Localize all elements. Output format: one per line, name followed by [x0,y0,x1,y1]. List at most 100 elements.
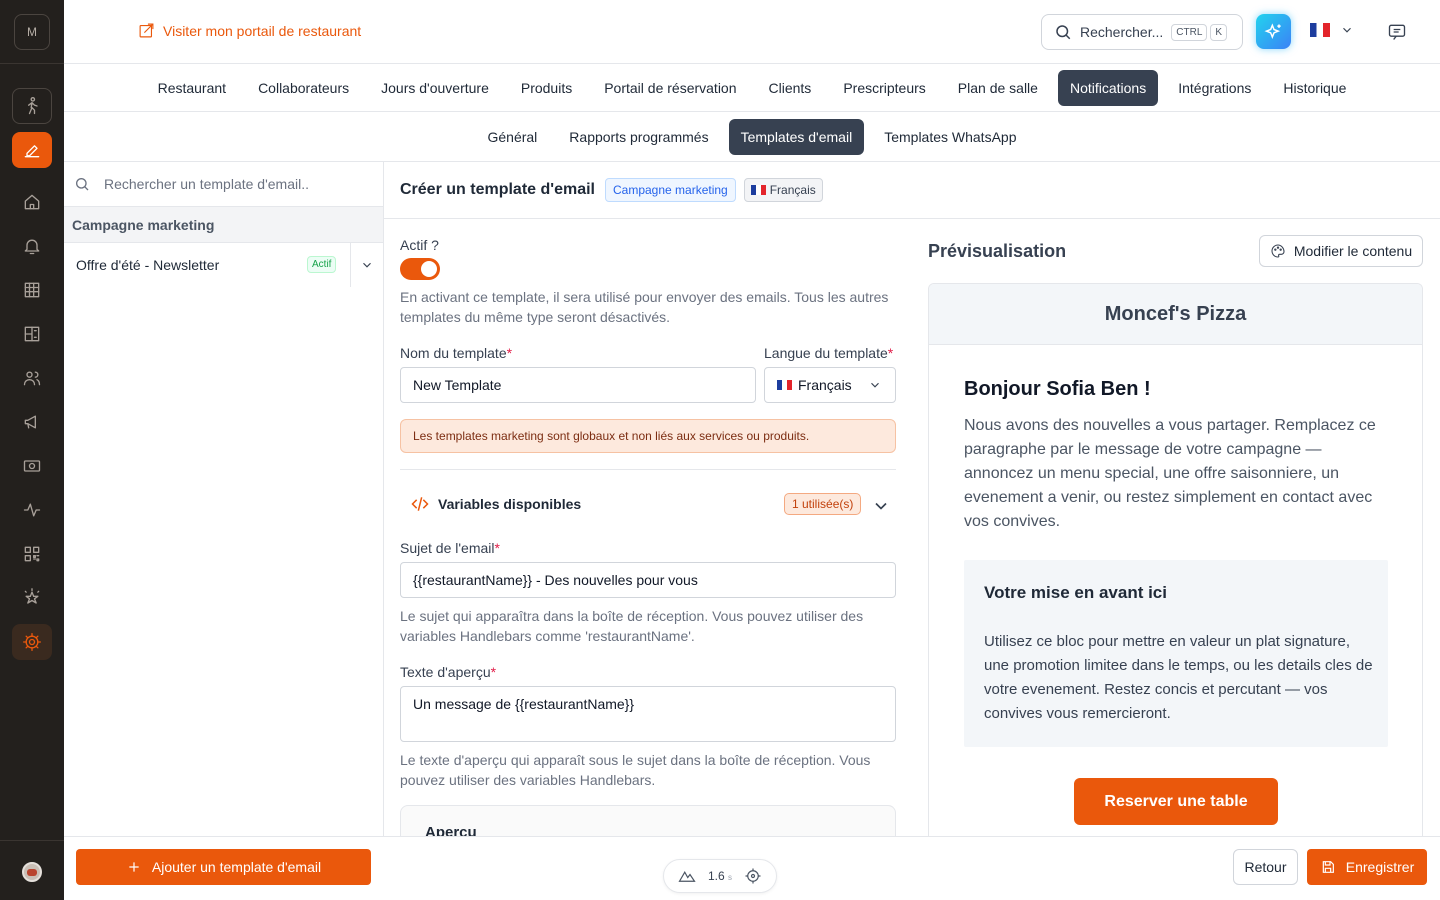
walk-in-icon[interactable] [12,88,52,124]
language-selector[interactable] [1310,23,1354,37]
visit-portal-link[interactable]: Visiter mon portail de restaurant [138,22,361,39]
visit-portal-label: Visiter mon portail de restaurant [163,22,362,39]
chevron-down-icon [870,382,879,388]
subtab-rapports-programmes[interactable]: Rapports programmés [557,119,720,155]
save-button[interactable]: Enregistrer [1307,849,1427,885]
mountain-icon [678,871,696,882]
ai-assistant-button[interactable] [1256,14,1291,49]
template-search-input[interactable]: Rechercher un template d'email.. [64,162,383,207]
france-flag-icon [1310,23,1330,37]
tab-restaurant[interactable]: Restaurant [146,70,238,106]
item-divider [350,243,351,287]
messages-icon[interactable] [1387,22,1407,45]
megaphone-icon[interactable] [12,404,52,440]
qr-code-icon[interactable] [12,536,52,572]
modify-content-label: Modifier le contenu [1293,243,1413,259]
floor-plan-icon[interactable] [12,316,52,352]
subject-label-text: Sujet de l'email [400,540,495,556]
calendar-grid-icon[interactable] [12,272,52,308]
email-preview: Moncef's Pizza Bonjour Sofia Ben ! Nous … [928,283,1423,843]
france-flag-icon [750,185,766,195]
subject-label: Sujet de l'email* [400,540,500,556]
status-badge: Actif [307,256,337,273]
add-template-label: Ajouter un template d'email [151,859,322,875]
subtab-general[interactable]: Général [475,119,549,155]
divider [400,469,896,470]
name-label: Nom du template* [400,345,513,361]
sparkles-icon [1263,22,1281,39]
perf-indicator[interactable]: 1.6 s [663,859,777,893]
active-toggle[interactable] [400,258,440,280]
external-link-icon [139,23,154,38]
search-icon [76,178,89,191]
template-lang-select[interactable]: Français [764,367,896,403]
email-subject-input[interactable]: {{restaurantName}} - Des nouvelles pour … [400,562,896,598]
modify-content-button[interactable]: Modifier le contenu [1259,235,1423,267]
template-list-panel: Rechercher un template d'email.. Campagn… [64,162,384,900]
variables-section-header[interactable]: Variables disponibles 1 utilisée(s) [400,479,896,529]
email-greeting: Bonjour Sofia Ben ! [964,378,1151,400]
lang-label: Langue du template* [764,345,894,361]
tab-jours-ouverture[interactable]: Jours d'ouverture [369,70,501,106]
tab-integrations[interactable]: Intégrations [1166,70,1263,106]
marketing-warning: Les templates marketing sont globaux et … [400,419,896,453]
tab-collaborateurs[interactable]: Collaborateurs [246,70,361,106]
sidebar-divider [0,63,64,64]
preview-text-textarea[interactable]: Un message de {{restaurantName}} [400,686,896,742]
workspace-logo[interactable]: M [14,14,50,50]
star-icon[interactable] [12,580,52,616]
preview-text-help: Le texte d'aperçu qui apparaît sous le s… [400,752,871,788]
template-form: Actif ? En activant ce template, il sera… [400,219,896,836]
lang-label-text: Langue du template [764,345,888,361]
subject-help: Le sujet qui apparaîtra dans la boîte de… [400,608,864,644]
global-search-placeholder: Rechercher... [1080,24,1164,40]
main-tabs: Restaurant Collaborateurs Jours d'ouvert… [64,64,1440,112]
preview-text-label: Texte d'aperçu* [400,664,497,680]
tab-produits[interactable]: Produits [509,70,584,106]
activity-icon[interactable] [12,492,52,528]
plus-icon [129,862,139,872]
kbd-ctrl: CTRL [1171,23,1208,41]
sub-tabs: Général Rapports programmés Templates d'… [64,112,1440,162]
global-search[interactable]: Rechercher... CTRL K [1041,14,1243,50]
template-lang-chip-label: Français [769,183,816,197]
kbd-k: K [1210,23,1228,41]
page-title: Créer un template d'email [400,181,595,198]
cash-icon[interactable] [12,448,52,484]
tab-prescripteurs[interactable]: Prescripteurs [831,70,937,106]
subtab-templates-email[interactable]: Templates d'email [728,118,865,155]
perf-value-wrap: 1.6 s [708,869,732,883]
users-icon[interactable] [12,360,52,396]
template-list-item[interactable]: Offre d'été - Newsletter Actif [64,243,383,287]
template-name-input[interactable]: New Template [400,367,756,403]
home-icon[interactable] [12,184,52,220]
perf-unit: s [728,873,732,882]
tab-plan-de-salle[interactable]: Plan de salle [946,70,1050,106]
preview-title: Prévisualisation [928,241,1067,261]
save-label: Enregistrer [1345,859,1415,875]
chevron-down-icon[interactable] [360,258,374,275]
subtab-templates-whatsapp[interactable]: Templates WhatsApp [872,119,1028,155]
tab-clients[interactable]: Clients [757,70,824,106]
template-group-header: Campagne marketing [64,207,383,243]
bell-icon[interactable] [12,228,52,264]
settings-icon[interactable] [12,624,52,660]
edit-icon[interactable] [12,132,52,168]
tab-portail-reservation[interactable]: Portail de réservation [592,70,748,106]
avatar[interactable] [22,862,42,882]
back-button[interactable]: Retour [1233,849,1298,885]
add-template-button[interactable]: Ajouter un template d'email [76,849,371,885]
tab-notifications[interactable]: Notifications [1057,69,1159,106]
active-label: Actif ? [400,237,439,253]
sidebar-divider [0,840,64,841]
email-highlight-block: Votre mise en avant ici Utilisez ce bloc… [964,560,1388,747]
editor-header: Créer un template d'email Campagne marke… [384,162,1440,219]
perf-value: 1.6 [707,869,725,883]
tab-historique[interactable]: Historique [1271,70,1358,106]
apercu-section: Aperçu [400,805,896,836]
chevron-down-icon [871,496,891,519]
email-restaurant-name: Moncef's Pizza [929,284,1422,345]
search-icon [1056,25,1071,40]
palette-icon [1271,244,1285,258]
code-icon [411,497,429,511]
